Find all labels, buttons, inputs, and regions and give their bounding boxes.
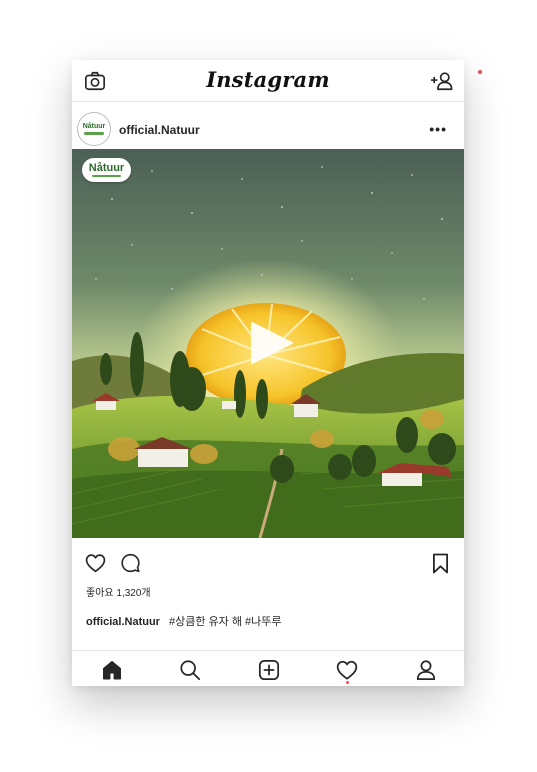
brand-badge-mark: [92, 175, 121, 177]
likes-count[interactable]: 좋아요 1,320개: [86, 584, 151, 599]
activity-heart-icon[interactable]: [336, 659, 358, 681]
post-header: Nåtuur official.Natuur •••: [72, 102, 464, 149]
brand-badge-text: Nåtuur: [88, 162, 125, 174]
caption-hashtags[interactable]: #상큼한 유자 해 #나뚜루: [169, 616, 281, 628]
avatar-logo-text: Nåtuur: [82, 123, 106, 130]
more-options-icon[interactable]: •••: [429, 121, 447, 137]
brand-badge: Nåtuur: [82, 158, 131, 182]
activity-notification-dot: [346, 681, 349, 684]
avatar[interactable]: Nåtuur: [77, 112, 111, 146]
heart-icon[interactable]: [85, 553, 106, 573]
top-bar: Instagram: [72, 60, 464, 102]
post-actions: [72, 538, 464, 578]
app-logo: Instagram: [206, 67, 330, 92]
comment-icon[interactable]: [120, 553, 141, 573]
home-icon[interactable]: [101, 659, 123, 681]
add-post-icon[interactable]: [258, 659, 280, 681]
search-icon[interactable]: [179, 659, 201, 681]
post-caption: official.Natuur #상큼한 유자 해 #나뚜루: [86, 613, 282, 629]
notification-dot: [478, 70, 482, 74]
instagram-frame: Instagram Nåtuur official.Natuur ••• Nåt…: [72, 60, 464, 686]
caption-username[interactable]: official.Natuur: [86, 616, 160, 628]
bottom-tab-bar: [72, 650, 464, 686]
play-icon[interactable]: [246, 320, 296, 366]
bookmark-icon[interactable]: [432, 553, 449, 574]
add-user-icon[interactable]: [430, 70, 454, 92]
post-username[interactable]: official.Natuur: [119, 123, 200, 137]
profile-icon[interactable]: [415, 659, 437, 681]
post-media[interactable]: Nåtuur: [72, 149, 464, 538]
avatar-logo-mark: [84, 132, 104, 135]
